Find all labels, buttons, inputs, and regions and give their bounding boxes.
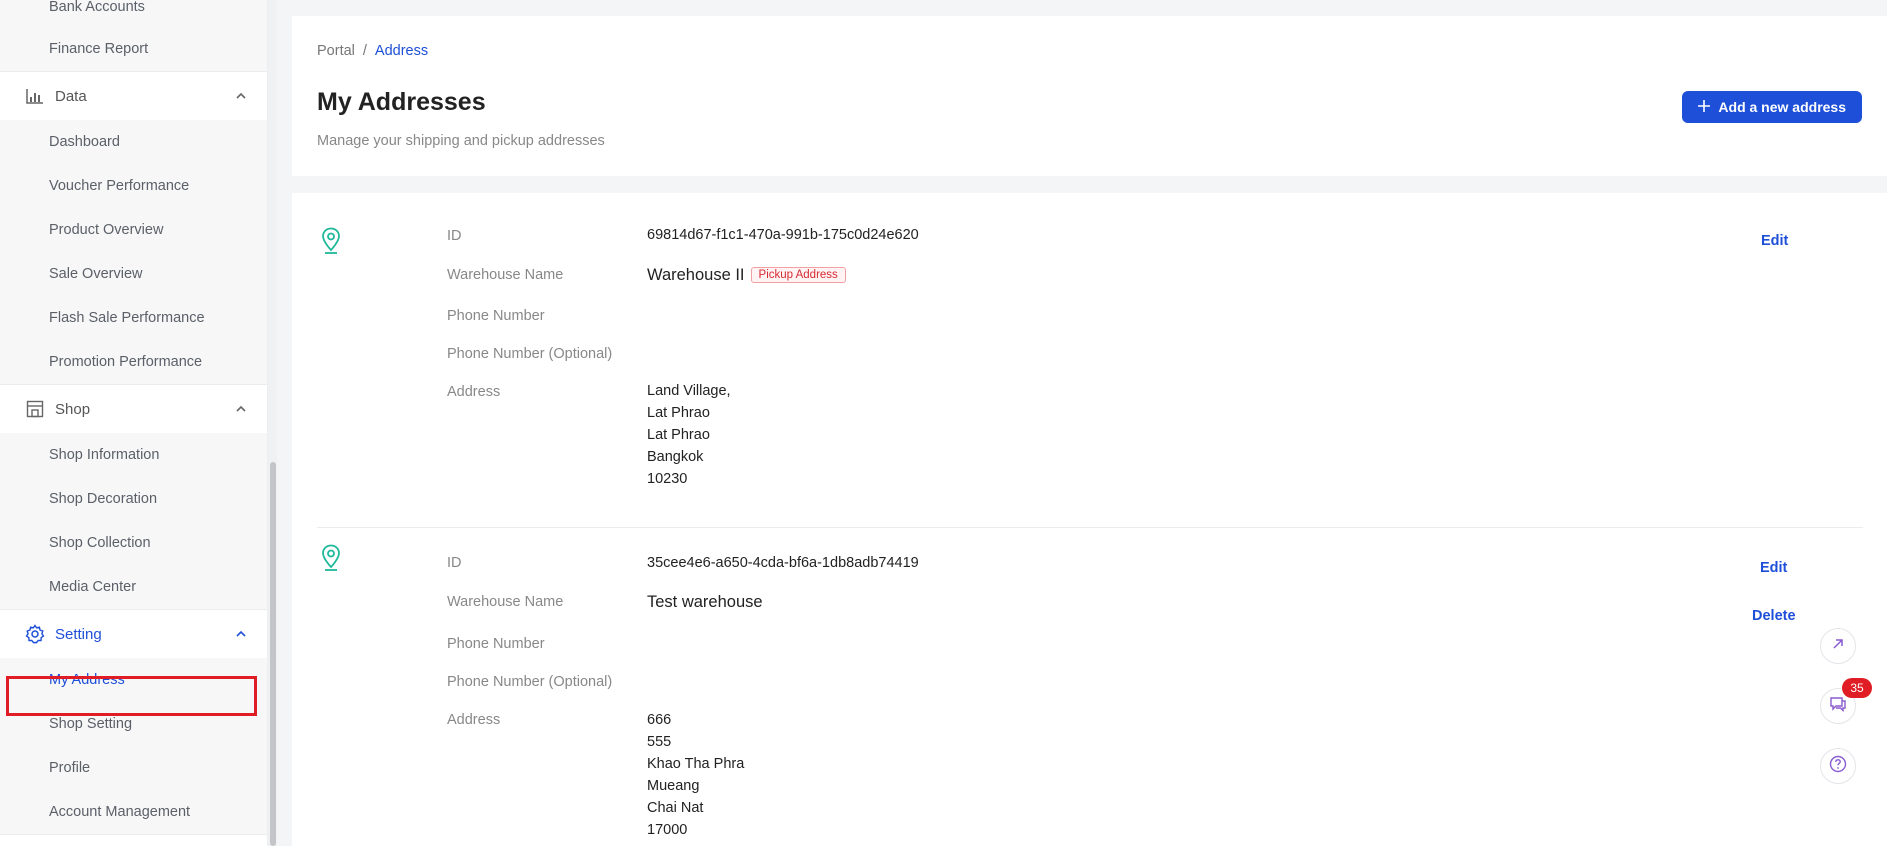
sidebar-item-product-overview[interactable]: Product Overview: [0, 208, 267, 252]
phone-label: Phone Number: [447, 308, 545, 324]
finance-submenu: Bank Accounts Finance Report: [0, 0, 267, 72]
sidebar-item-bank-accounts[interactable]: Bank Accounts: [0, 0, 267, 27]
phone-label: Phone Number: [447, 636, 545, 652]
sidebar-item-my-address[interactable]: My Address: [0, 658, 267, 702]
sidebar-section-shop-label: Shop: [55, 400, 91, 418]
data-submenu: Dashboard Voucher Performance Product Ov…: [0, 120, 267, 385]
id-label: ID: [447, 555, 462, 571]
breadcrumb-portal[interactable]: Portal: [317, 43, 355, 59]
sidebar-item-shop-information[interactable]: Shop Information: [0, 433, 267, 477]
chevron-up-icon: [235, 403, 247, 415]
location-pin-icon: [321, 544, 341, 572]
sidebar-item-shop-setting[interactable]: Shop Setting: [0, 702, 267, 746]
sidebar-item-media-center[interactable]: Media Center: [0, 565, 267, 609]
add-address-label: Add a new address: [1718, 99, 1846, 115]
address-lines: Land Village, Lat Phrao Lat Phrao Bangko…: [647, 380, 731, 490]
sidebar-item-flash-sale-performance[interactable]: Flash Sale Performance: [0, 296, 267, 340]
sidebar-section-data[interactable]: Data: [0, 72, 267, 120]
sidebar-section-setting[interactable]: Setting: [0, 610, 267, 658]
address-line: 17000: [647, 822, 688, 838]
sidebar-item-shop-decoration[interactable]: Shop Decoration: [0, 477, 267, 521]
warehouse-name-value: Warehouse II Pickup Address: [647, 266, 846, 285]
warehouse-name-text: Warehouse II: [647, 266, 745, 284]
location-pin-icon: [321, 227, 341, 255]
address-line: Lat Phrao: [647, 405, 710, 421]
help-button[interactable]: [1820, 748, 1856, 784]
phone-optional-label: Phone Number (Optional): [447, 346, 613, 362]
page-header: Portal / Address My Addresses Manage you…: [292, 16, 1887, 176]
id-value: 35cee4e6-a650-4cda-bf6a-1db8adb74419: [647, 555, 919, 571]
address-list: ID 69814d67-f1c1-470a-991b-175c0d24e620 …: [292, 193, 1887, 846]
address-line: Lat Phrao: [647, 427, 710, 443]
sidebar: Bank Accounts Finance Report Data Dashbo…: [0, 0, 268, 846]
address-label: Address: [447, 384, 501, 400]
external-link-icon: [1831, 637, 1845, 656]
address-line: Mueang: [647, 778, 700, 794]
id-value: 69814d67-f1c1-470a-991b-175c0d24e620: [647, 227, 919, 243]
edit-button[interactable]: Edit: [1760, 560, 1787, 576]
sidebar-item-finance-report[interactable]: Finance Report: [0, 27, 267, 71]
sidebar-section-shop[interactable]: Shop: [0, 385, 267, 433]
sidebar-item-dashboard[interactable]: Dashboard: [0, 120, 267, 164]
plus-icon: [1698, 99, 1711, 115]
sidebar-section-data-label: Data: [55, 87, 87, 105]
warehouse-name-label: Warehouse Name: [447, 267, 564, 283]
sidebar-item-promotion-performance[interactable]: Promotion Performance: [0, 340, 267, 384]
pickup-address-badge: Pickup Address: [750, 267, 846, 283]
sidebar-item-account-management[interactable]: Account Management: [0, 790, 267, 834]
chevron-up-icon: [235, 628, 247, 640]
delete-button[interactable]: Delete: [1752, 608, 1796, 624]
edit-button[interactable]: Edit: [1761, 233, 1788, 249]
sidebar-item-voucher-performance[interactable]: Voucher Performance: [0, 164, 267, 208]
page-title: My Addresses: [317, 88, 486, 116]
address-line: 666: [647, 712, 672, 728]
shop-submenu: Shop Information Shop Decoration Shop Co…: [0, 433, 267, 610]
breadcrumb: Portal / Address: [317, 43, 428, 59]
help-icon: [1829, 755, 1847, 778]
address-line: 555: [647, 734, 672, 750]
address-line: Chai Nat: [647, 800, 704, 816]
address-label: Address: [447, 712, 501, 728]
chat-unread-badge: 35: [1842, 678, 1872, 698]
warehouse-name-value: Test warehouse: [647, 593, 763, 611]
id-label: ID: [447, 228, 462, 244]
sidebar-scrollbar-thumb[interactable]: [270, 462, 276, 846]
phone-optional-label: Phone Number (Optional): [447, 674, 613, 690]
external-link-button[interactable]: [1820, 628, 1856, 664]
warehouse-name-label: Warehouse Name: [447, 594, 564, 610]
breadcrumb-current: Address: [374, 43, 429, 59]
sidebar-item-shop-collection[interactable]: Shop Collection: [0, 521, 267, 565]
address-line: Land Village,: [647, 383, 731, 399]
setting-submenu: My Address Shop Setting Profile Account …: [0, 658, 267, 835]
chat-icon: [1829, 696, 1847, 717]
page-subtitle: Manage your shipping and pickup addresse…: [317, 133, 605, 149]
address-line: 10230: [647, 471, 688, 487]
address-line: Bangkok: [647, 449, 704, 465]
address-line: Khao Tha Phra: [647, 756, 745, 772]
chevron-up-icon: [235, 90, 247, 102]
breadcrumb-separator: /: [362, 43, 367, 59]
address-lines: 666 555 Khao Tha Phra Mueang Chai Nat 17…: [647, 709, 744, 841]
chart-icon: [25, 86, 45, 106]
shop-icon: [25, 399, 45, 419]
gear-icon: [25, 624, 45, 644]
add-address-button[interactable]: Add a new address: [1682, 91, 1862, 123]
sidebar-section-setting-label: Setting: [55, 625, 102, 643]
sidebar-item-sale-overview[interactable]: Sale Overview: [0, 252, 267, 296]
sidebar-item-profile[interactable]: Profile: [0, 746, 267, 790]
address-card: ID 35cee4e6-a650-4cda-bf6a-1db8adb74419 …: [317, 528, 1863, 846]
address-card: ID 69814d67-f1c1-470a-991b-175c0d24e620 …: [317, 193, 1863, 528]
